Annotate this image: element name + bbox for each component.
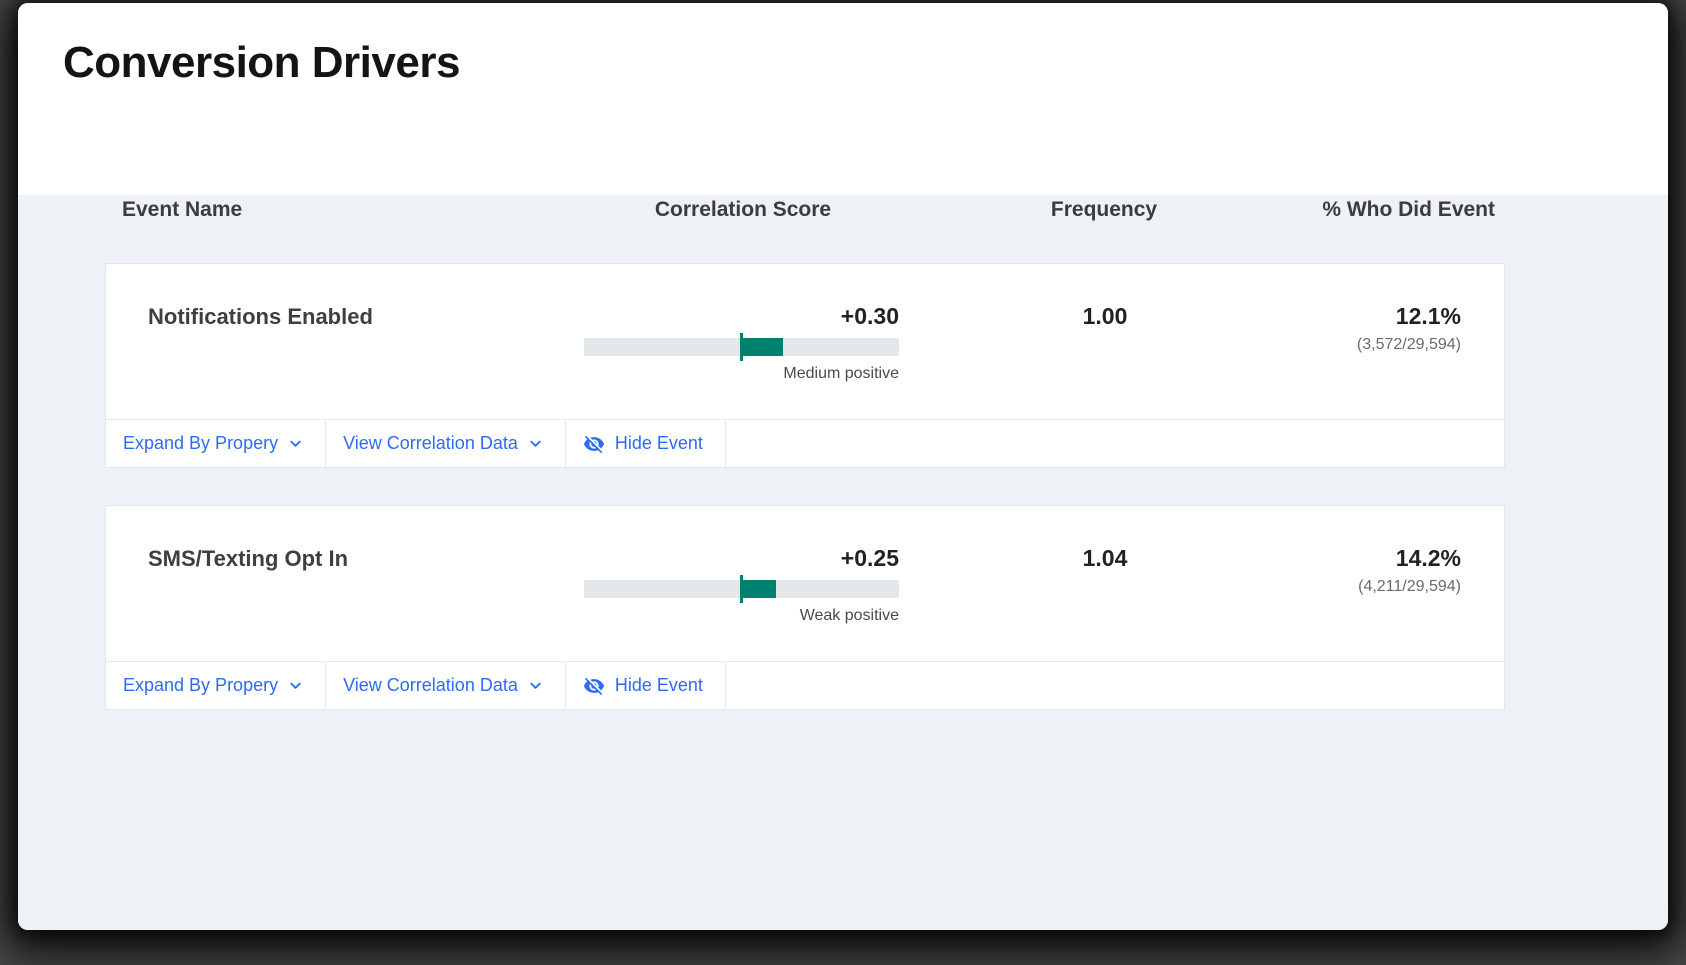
pct-who-did-cell: 12.1% (3,572/29,594) xyxy=(1306,304,1506,419)
event-name: Notifications Enabled xyxy=(106,304,584,419)
correlation-bar-fill xyxy=(742,580,776,598)
eye-off-icon xyxy=(583,675,605,697)
pct-who-did-fraction: (4,211/29,594) xyxy=(1306,577,1461,596)
view-correlation-data-label: View Correlation Data xyxy=(343,433,518,454)
correlation-zero-tick xyxy=(740,333,743,361)
hide-event-button[interactable]: Hide Event xyxy=(566,420,726,467)
chevron-down-icon xyxy=(288,678,303,693)
pct-who-did-fraction: (3,572/29,594) xyxy=(1306,335,1461,354)
correlation-score-block: +0.30 Medium positive xyxy=(584,304,899,419)
chevron-down-icon xyxy=(528,678,543,693)
correlation-bar xyxy=(584,580,899,598)
eye-off-icon xyxy=(583,433,605,455)
correlation-bar xyxy=(584,338,899,356)
correlation-score-value: +0.30 xyxy=(584,304,899,329)
pct-who-did-value: 14.2% xyxy=(1306,546,1461,571)
correlation-score-value: +0.25 xyxy=(584,546,899,571)
column-header-frequency: Frequency xyxy=(903,195,1305,225)
event-row-card: Notifications Enabled +0.30 Medium posit… xyxy=(105,263,1505,468)
event-actions-bar: Expand By Propery View Correlation Data xyxy=(106,419,1504,467)
expand-by-property-button[interactable]: Expand By Propery xyxy=(106,662,326,709)
page-title: Conversion Drivers xyxy=(63,39,1668,87)
panel-header: Conversion Drivers xyxy=(18,3,1668,123)
expand-by-property-label: Expand By Propery xyxy=(123,433,278,454)
view-correlation-data-label: View Correlation Data xyxy=(343,675,518,696)
expand-by-property-button[interactable]: Expand By Propery xyxy=(106,420,326,467)
pct-who-did-cell: 14.2% (4,211/29,594) xyxy=(1306,546,1506,661)
frequency-value: 1.04 xyxy=(904,546,1306,661)
panel-content: Event Name Correlation Score Frequency %… xyxy=(18,195,1668,930)
hide-event-button[interactable]: Hide Event xyxy=(566,662,726,709)
frequency-value: 1.00 xyxy=(904,304,1306,419)
correlation-bar-fill xyxy=(742,338,783,356)
pct-who-did-value: 12.1% xyxy=(1306,304,1461,329)
column-header-event-name: Event Name xyxy=(105,195,583,225)
chevron-down-icon xyxy=(288,436,303,451)
correlation-score-block: +0.25 Weak positive xyxy=(584,546,899,661)
hide-event-label: Hide Event xyxy=(615,433,703,454)
correlation-zero-tick xyxy=(740,575,743,603)
column-header-pct-who-did-event: % Who Did Event xyxy=(1305,195,1505,225)
table-column-headers: Event Name Correlation Score Frequency %… xyxy=(105,195,1505,225)
conversion-drivers-panel: Conversion Drivers Event Name Correlatio… xyxy=(18,3,1668,930)
event-actions-bar: Expand By Propery View Correlation Data xyxy=(106,661,1504,709)
view-correlation-data-button[interactable]: View Correlation Data xyxy=(326,420,566,467)
column-header-correlation-score: Correlation Score xyxy=(583,195,903,225)
event-row-card: SMS/Texting Opt In +0.25 Weak positive 1… xyxy=(105,505,1505,710)
correlation-strength-label: Medium positive xyxy=(584,364,899,383)
expand-by-property-label: Expand By Propery xyxy=(123,675,278,696)
view-correlation-data-button[interactable]: View Correlation Data xyxy=(326,662,566,709)
correlation-strength-label: Weak positive xyxy=(584,606,899,625)
hide-event-label: Hide Event xyxy=(615,675,703,696)
event-name: SMS/Texting Opt In xyxy=(106,546,584,661)
chevron-down-icon xyxy=(528,436,543,451)
